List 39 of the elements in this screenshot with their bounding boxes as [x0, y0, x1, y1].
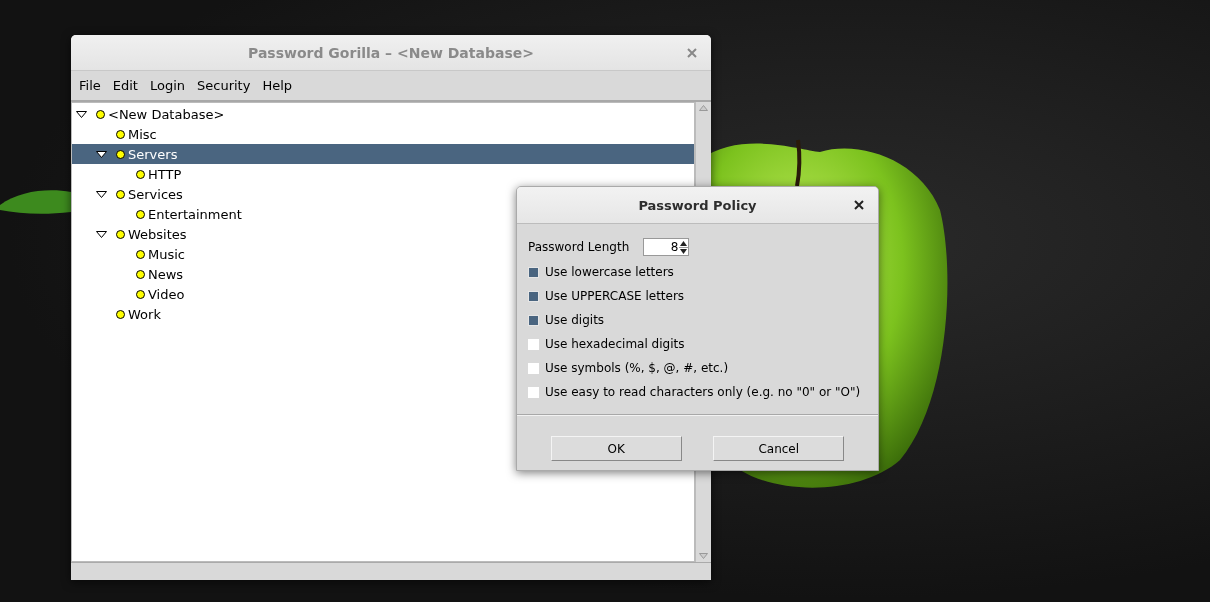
tree-item[interactable]: Servers: [72, 144, 694, 164]
checkbox-label[interactable]: Use UPPERCASE letters: [545, 289, 685, 303]
node-dot-icon: [116, 129, 125, 139]
checkbox-label[interactable]: Use digits: [545, 313, 605, 327]
menu-item[interactable]: Login: [143, 78, 192, 93]
close-icon[interactable]: [854, 200, 864, 210]
expand-triangle-icon[interactable]: [96, 230, 107, 238]
cancel-button[interactable]: Cancel: [713, 436, 845, 461]
checkbox[interactable]: [528, 266, 539, 278]
node-dot-icon: [136, 289, 145, 299]
checkbox[interactable]: [528, 314, 539, 326]
expand-triangle-icon[interactable]: [76, 110, 87, 118]
password-length-spinbox[interactable]: 8: [643, 238, 690, 256]
field-label: Password Length: [528, 240, 630, 254]
node-dot-icon: [116, 189, 125, 199]
node-dot-icon: [116, 229, 125, 239]
window-title: Password Gorilla – <New Database>: [248, 44, 534, 61]
checkbox[interactable]: [528, 290, 539, 302]
tree-item[interactable]: <New Database>: [72, 104, 694, 124]
node-dot-icon: [96, 109, 105, 119]
menu-item[interactable]: Edit: [106, 78, 144, 93]
spin-arrows-icon[interactable]: [679, 239, 689, 255]
checkbox-label[interactable]: Use hexadecimal digits: [545, 337, 685, 351]
menu-item[interactable]: File: [73, 78, 107, 93]
node-dot-icon: [116, 309, 125, 319]
expand-triangle-icon[interactable]: [96, 150, 107, 158]
node-dot-icon: [136, 269, 145, 279]
node-dot-icon: [136, 249, 145, 259]
expand-triangle-icon[interactable]: [96, 190, 107, 198]
node-dot-icon: [136, 209, 145, 219]
tree-item[interactable]: Misc: [72, 124, 694, 144]
node-dot-icon: [136, 169, 145, 179]
leaf-drawing: [0, 190, 71, 214]
ok-button[interactable]: OK: [550, 436, 682, 461]
menu-item[interactable]: Help: [256, 78, 299, 93]
node-dot-icon: [116, 149, 125, 159]
checkbox-label[interactable]: Use lowercase letters: [545, 265, 674, 279]
menu-item[interactable]: Security: [191, 78, 257, 93]
tree-item[interactable]: HTTP: [72, 164, 694, 184]
